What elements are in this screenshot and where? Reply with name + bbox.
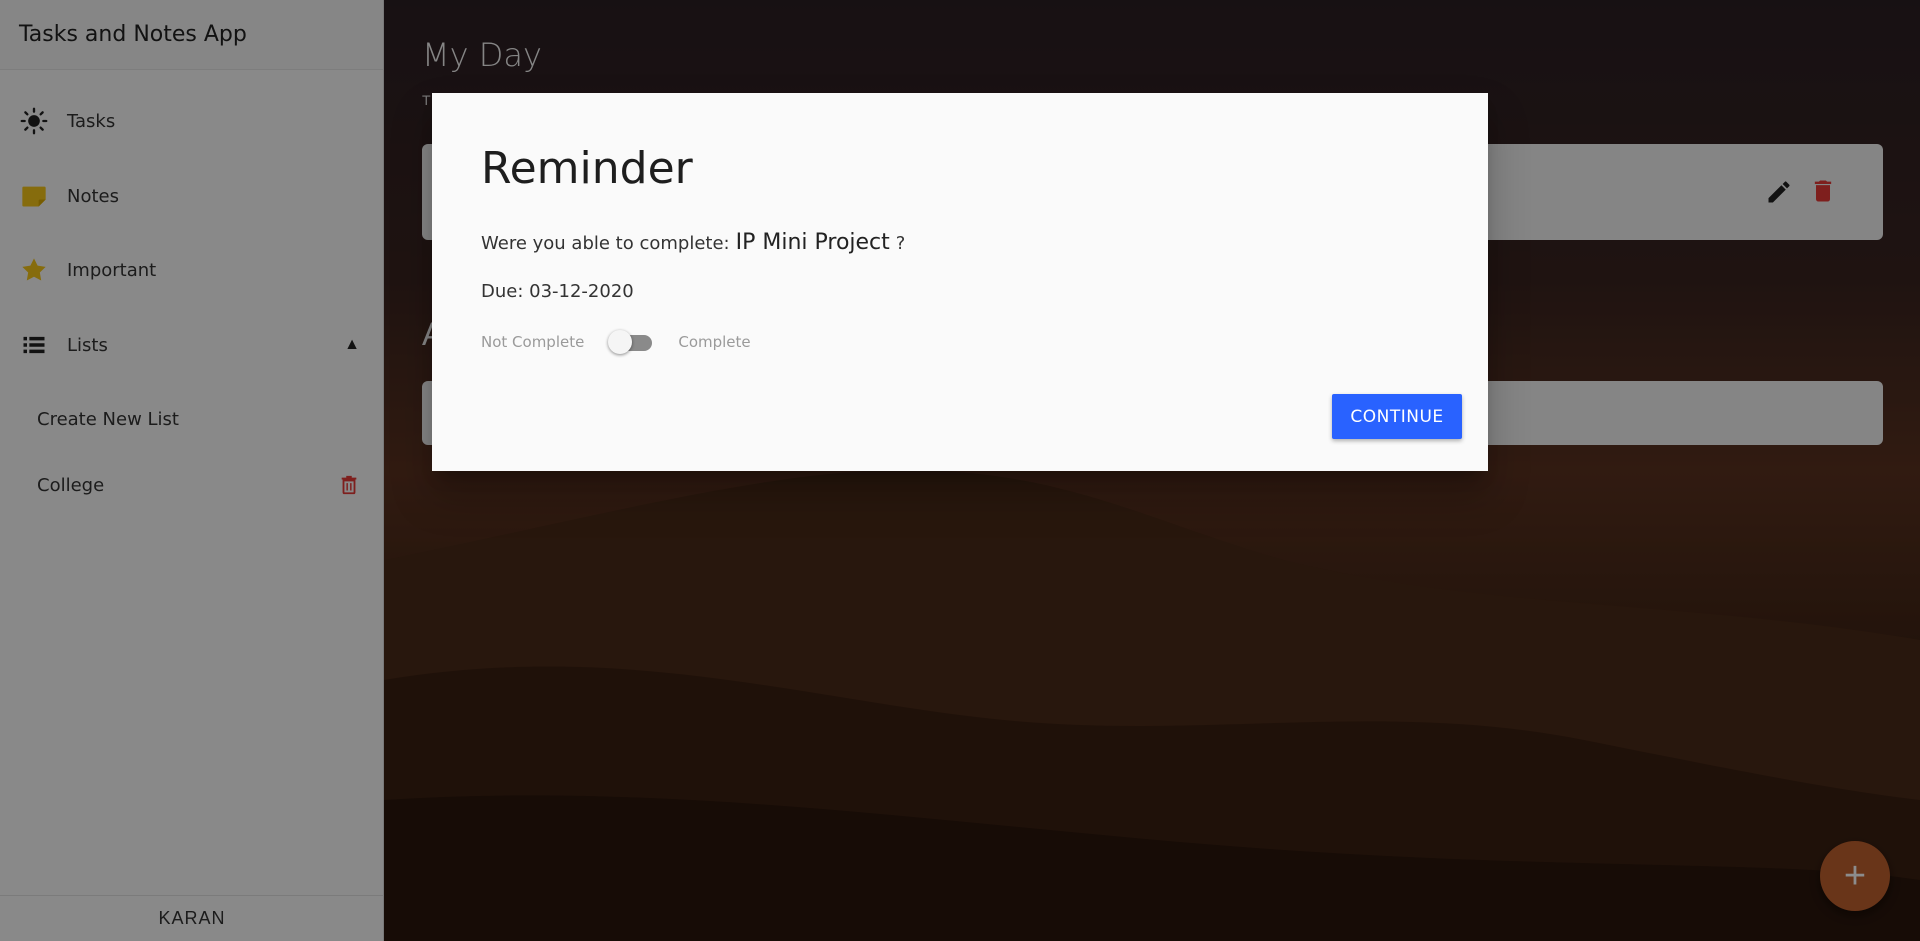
question-mark: ? [895, 233, 906, 254]
switch-on-label: Complete [678, 333, 751, 351]
completion-toggle[interactable] [608, 327, 654, 357]
continue-button[interactable]: CONTINUE [1332, 394, 1462, 439]
switch-off-label: Not Complete [481, 333, 585, 351]
dialog-title: Reminder [481, 143, 693, 194]
completion-switch-row: Not Complete Complete [481, 327, 751, 357]
dialog-question: Were you able to complete: IP Mini Proje… [481, 230, 905, 255]
reminder-dialog: Reminder Were you able to complete: IP M… [432, 93, 1488, 471]
due-date: Due: 03-12-2020 [481, 281, 634, 302]
question-text: Were you able to complete: [481, 233, 730, 254]
task-name: IP Mini Project [735, 230, 890, 255]
